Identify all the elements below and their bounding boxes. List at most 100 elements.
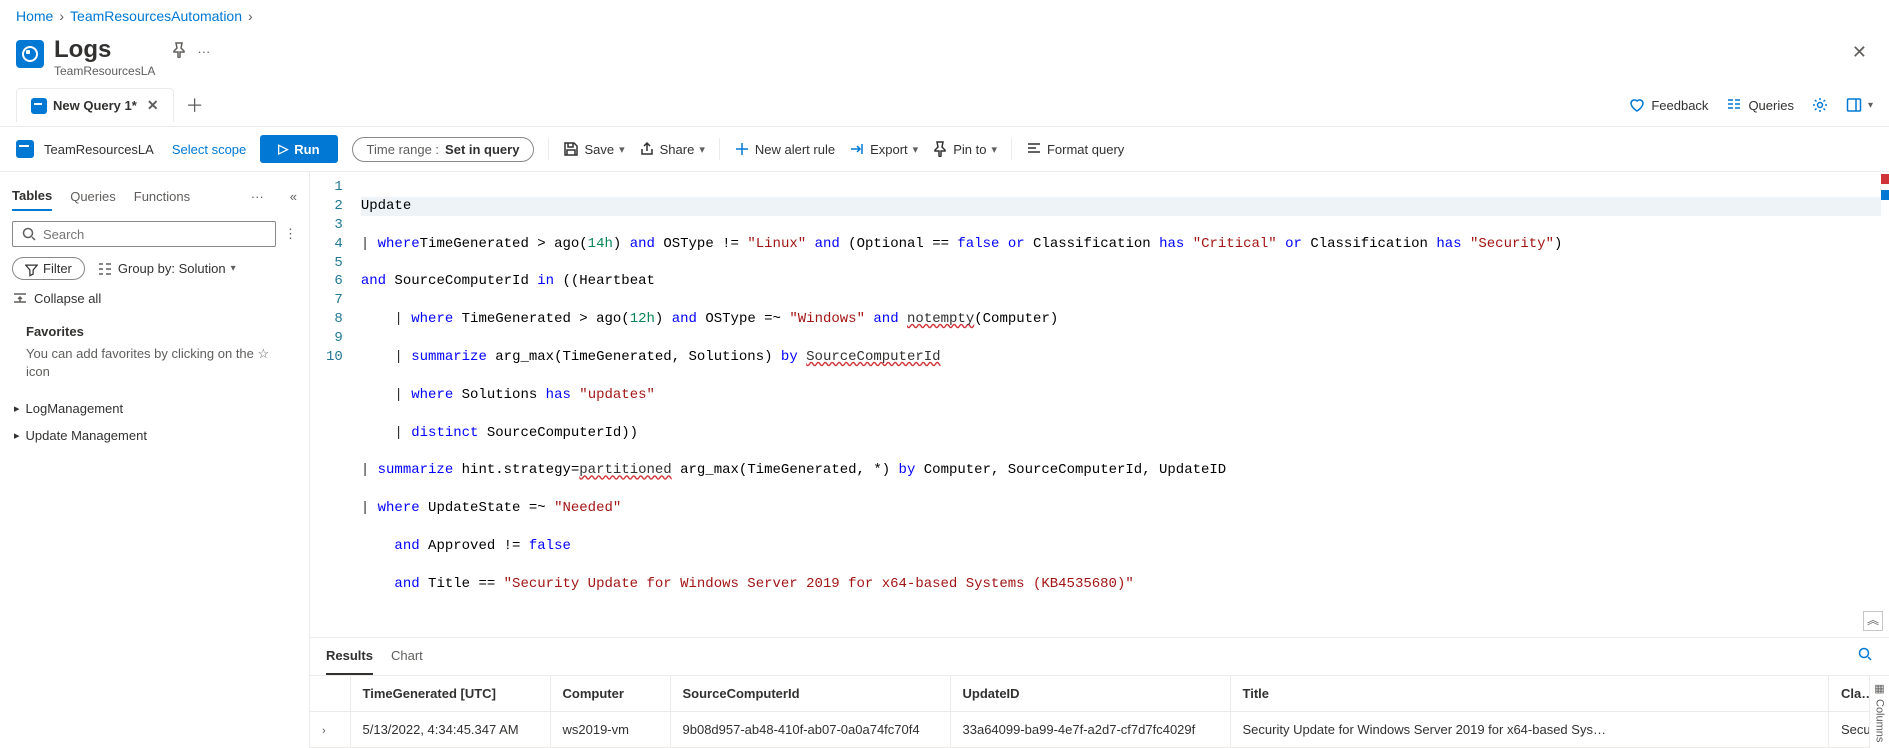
search-icon (21, 226, 37, 242)
page-header: Logs TeamResourcesLA ··· ✕ (0, 32, 1889, 84)
pin-icon[interactable] (171, 42, 187, 61)
cell-computer: ws2019-vm (550, 712, 670, 748)
sidebar-collapse-icon[interactable]: « (290, 189, 297, 204)
share-icon (639, 141, 655, 157)
queries-label: Queries (1748, 98, 1794, 113)
sidebar-search-input[interactable] (43, 227, 267, 242)
more-icon[interactable]: ··· (197, 44, 210, 59)
group-by-label: Group by: Solution (118, 261, 226, 276)
scroll-top-button[interactable]: ︽ (1863, 611, 1883, 631)
columns-panel-handle[interactable]: ▦ Columns (1869, 676, 1889, 748)
page-subtitle: TeamResourcesLA (54, 64, 155, 78)
query-toolbar: TeamResourcesLA Select scope ▷ Run Time … (0, 127, 1889, 172)
sidebar-more-icon[interactable]: ··· (251, 189, 264, 204)
add-tab-button[interactable]: ＋ (174, 84, 216, 126)
filter-button[interactable]: Filter (12, 257, 85, 280)
favorites-heading: Favorites (12, 320, 297, 343)
results-tab-results[interactable]: Results (326, 638, 373, 675)
table-header-row: TimeGenerated [UTC] Computer SourceCompu… (310, 676, 1889, 712)
format-icon (1026, 141, 1042, 157)
results-tab-bar: Results Chart (310, 637, 1889, 675)
feedback-button[interactable]: Feedback (1629, 97, 1708, 113)
expand-row-icon[interactable]: › (322, 725, 326, 737)
select-scope-link[interactable]: Select scope (172, 142, 246, 157)
columns-label: Columns (1874, 699, 1886, 742)
settings-button[interactable] (1812, 97, 1828, 113)
results-tab-chart[interactable]: Chart (391, 638, 423, 675)
share-button[interactable]: Share ▾ (639, 141, 705, 157)
code-editor[interactable]: 1 2 3 4 5 6 7 8 9 10 Update | whereTimeG… (310, 172, 1889, 637)
close-icon[interactable]: ✕ (1846, 36, 1873, 69)
collapse-all-button[interactable]: Collapse all (12, 290, 297, 306)
error-marker (1881, 174, 1889, 184)
col-timegenerated[interactable]: TimeGenerated [UTC] (350, 676, 550, 712)
log-analytics-icon (16, 40, 44, 68)
col-title[interactable]: Title (1230, 676, 1829, 712)
play-icon: ▷ (278, 141, 288, 157)
sidebar-search[interactable] (12, 221, 276, 247)
sidebar-tab-tables[interactable]: Tables (12, 182, 52, 211)
breadcrumb-resource[interactable]: TeamResourcesAutomation (70, 8, 242, 24)
queries-button[interactable]: Queries (1726, 97, 1794, 113)
group-by-button[interactable]: Group by: Solution ▾ (97, 261, 236, 277)
separator (719, 138, 720, 160)
run-label: Run (294, 142, 319, 157)
col-updateid[interactable]: UpdateID (950, 676, 1230, 712)
tree-label: LogManagement (26, 401, 124, 416)
queries-icon (1726, 97, 1742, 113)
info-marker (1881, 190, 1889, 200)
cell-sourcecomputerid: 9b08d957-ab48-410f-ab07-0a0a74fc70f4 (670, 712, 950, 748)
feedback-label: Feedback (1651, 98, 1708, 113)
gear-icon (1812, 97, 1828, 113)
new-alert-button[interactable]: New alert rule (734, 141, 835, 157)
run-button[interactable]: ▷ Run (260, 135, 337, 163)
collapse-icon (12, 290, 28, 306)
time-range-picker[interactable]: Time range : Set in query (352, 137, 535, 162)
tree-label: Update Management (26, 428, 147, 443)
sidebar-tab-functions[interactable]: Functions (134, 183, 190, 210)
new-alert-label: New alert rule (755, 142, 835, 157)
tree-item-updatemanagement[interactable]: ▸ Update Management (12, 422, 297, 449)
format-query-label: Format query (1047, 142, 1124, 157)
group-icon (97, 261, 113, 277)
separator (548, 138, 549, 160)
export-button[interactable]: Export ▾ (849, 141, 918, 157)
layout-button[interactable]: ▾ (1846, 97, 1873, 113)
cell-timegenerated: 5/13/2022, 4:34:45.347 AM (350, 712, 550, 748)
chevron-down-icon: ▾ (913, 143, 919, 156)
chevron-down-icon: ▾ (1868, 100, 1873, 111)
sidebar-tabs: Tables Queries Functions ··· « (12, 182, 297, 211)
sidebar: Tables Queries Functions ··· « ⋮ Filter … (0, 172, 310, 748)
results-search-icon[interactable] (1857, 646, 1873, 667)
cell-title: Security Update for Windows Server 2019 … (1230, 712, 1829, 748)
plus-icon (734, 141, 750, 157)
sidebar-search-more-icon[interactable]: ⋮ (284, 226, 297, 242)
favorites-hint: You can add favorites by clicking on the… (12, 343, 297, 395)
main-area: Tables Queries Functions ··· « ⋮ Filter … (0, 172, 1889, 748)
pin-to-button[interactable]: Pin to ▾ (932, 141, 997, 157)
breadcrumb-home[interactable]: Home (16, 8, 53, 24)
editor-results-area: 1 2 3 4 5 6 7 8 9 10 Update | whereTimeG… (310, 172, 1889, 748)
table-row[interactable]: › 5/13/2022, 4:34:45.347 AM ws2019-vm 9b… (310, 712, 1889, 748)
collapse-all-label: Collapse all (34, 291, 101, 306)
code-content[interactable]: Update | whereTimeGenerated > ago(14h) a… (353, 172, 1889, 637)
chevron-down-icon: ▾ (619, 143, 625, 156)
pin-to-label: Pin to (953, 142, 986, 157)
query-tab-active[interactable]: New Query 1* ✕ (16, 88, 174, 122)
export-label: Export (870, 142, 908, 157)
tree-item-logmanagement[interactable]: ▸ LogManagement (12, 395, 297, 422)
query-tab-icon (31, 98, 47, 114)
results-table: TimeGenerated [UTC] Computer SourceCompu… (310, 676, 1889, 748)
close-tab-icon[interactable]: ✕ (147, 97, 159, 114)
col-sourcecomputerid[interactable]: SourceComputerId (670, 676, 950, 712)
sidebar-tab-queries[interactable]: Queries (70, 183, 116, 210)
caret-right-icon: ▸ (14, 402, 20, 415)
filter-icon (25, 262, 38, 275)
save-button[interactable]: Save ▾ (563, 141, 624, 157)
time-range-label: Time range : (367, 142, 440, 157)
heart-icon (1629, 97, 1645, 113)
time-range-value: Set in query (445, 142, 519, 157)
format-query-button[interactable]: Format query (1026, 141, 1124, 157)
col-computer[interactable]: Computer (550, 676, 670, 712)
scope-name: TeamResourcesLA (44, 142, 154, 157)
